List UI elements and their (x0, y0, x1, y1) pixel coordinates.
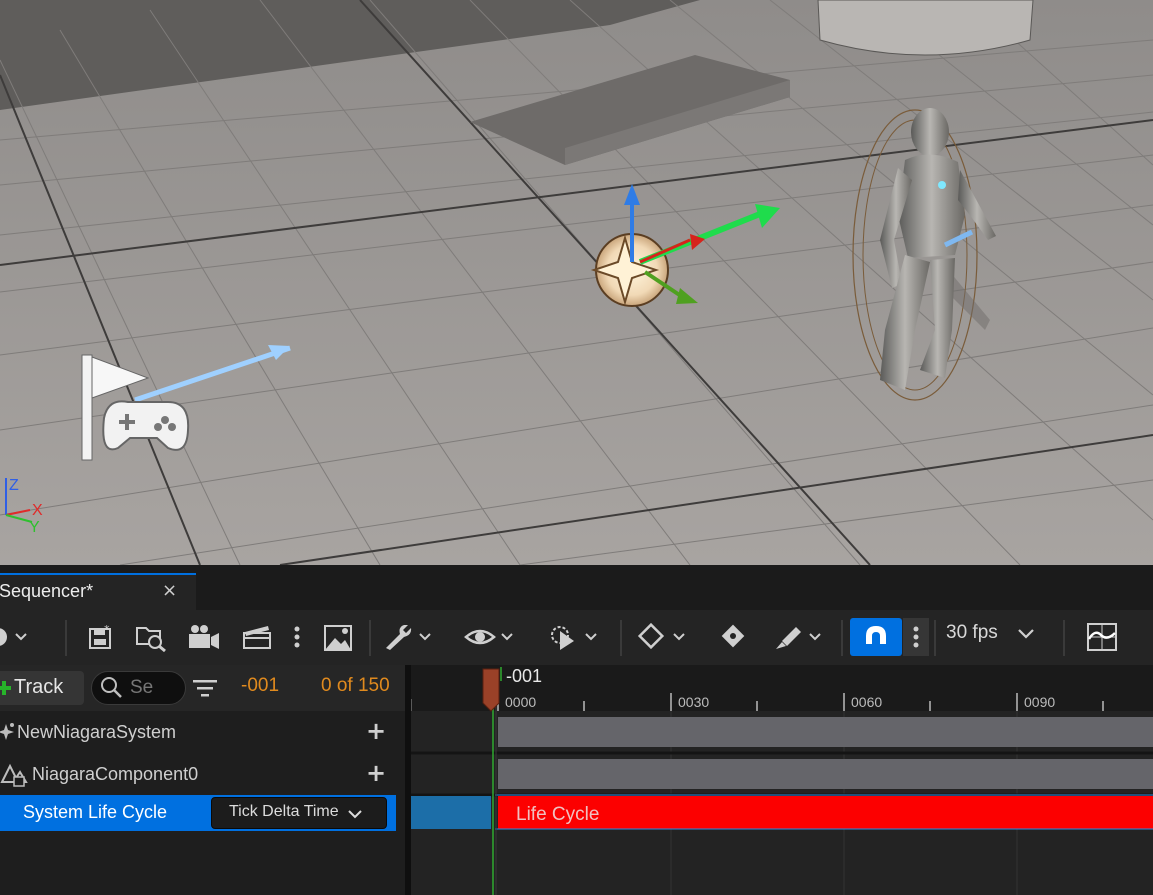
frame-count-label: 0 of 150 (321, 675, 390, 696)
director-icon (324, 625, 352, 651)
camera-lens-button[interactable] (0, 618, 32, 656)
track-label: NiagaraComponent0 (32, 764, 199, 784)
snap-toggle-button[interactable] (850, 618, 902, 656)
render-movie-icon (243, 626, 271, 649)
more-icon (913, 626, 919, 648)
fps-label[interactable]: 30 fps (946, 622, 998, 644)
dropdown-value: Tick Delta Time (229, 803, 339, 820)
save-icon: * (89, 623, 111, 649)
plus-icon (0, 681, 11, 695)
render-movie-button[interactable] (240, 618, 276, 656)
track-label: System Life Cycle (23, 802, 168, 822)
chevron-down-icon[interactable] (1016, 623, 1036, 643)
playback-icon (551, 626, 597, 650)
life-cycle-mode-dropdown[interactable]: Tick Delta Time (211, 797, 387, 829)
settings-button[interactable] (382, 618, 438, 656)
viewport-scene[interactable]: Z X Y (0, 0, 1153, 565)
component-icon (0, 763, 28, 787)
niagara-system-section[interactable] (498, 717, 1153, 747)
playback-options-button[interactable] (546, 618, 602, 656)
view-options-button[interactable] (464, 618, 520, 656)
axis-x-label: X (32, 502, 43, 519)
cylinder-mesh[interactable] (817, 0, 1034, 56)
close-icon[interactable]: × (162, 580, 177, 601)
auto-key-button[interactable] (716, 618, 750, 656)
chevron-down-icon (348, 810, 362, 819)
level-viewport[interactable]: Z X Y (0, 0, 1153, 565)
track-row-system-life-cycle[interactable]: System Life Cycle Tick Delta Time (0, 795, 396, 831)
track-button-label: Track (14, 676, 64, 698)
axis-y-label: Y (29, 519, 40, 536)
add-icon[interactable]: + (366, 717, 386, 745)
track-label: NewNiagaraSystem (17, 722, 177, 742)
current-frame-value[interactable]: -001 (241, 675, 279, 697)
find-in-browser-button[interactable] (133, 618, 169, 656)
snap-magnet-icon (866, 626, 886, 648)
key-interp-button[interactable] (636, 618, 692, 656)
snap-options-button[interactable] (903, 618, 929, 656)
curve-editor-button[interactable] (1084, 618, 1120, 656)
track-row-niagara-component[interactable]: NiagaraComponent0 + (0, 755, 405, 795)
sequencer-panel: Sequencer* × * 30 fps Track Se -001 0 of… (0, 565, 1153, 895)
add-camera-button[interactable] (186, 618, 222, 656)
find-in-browser-icon (136, 627, 166, 652)
filter-bar: Track -001 0 of 150 (0, 665, 405, 711)
camera-lens-icon (0, 628, 27, 646)
axis-z-label: Z (9, 477, 19, 494)
key-diamond-icon (637, 622, 685, 650)
director-button[interactable] (320, 618, 356, 656)
save-button[interactable]: * (86, 618, 116, 656)
tab-bar: Sequencer* × (0, 565, 1153, 610)
add-icon[interactable]: + (366, 759, 386, 787)
tab-sequencer[interactable]: Sequencer* × (0, 573, 196, 610)
view-eye-icon (464, 629, 513, 645)
key-auto-icon (721, 624, 745, 648)
tab-title: Sequencer* (0, 581, 94, 601)
add-camera-icon (189, 625, 219, 649)
filter-icon[interactable] (193, 677, 217, 699)
curve-editor-icon (1087, 623, 1117, 651)
sequencer-toolbar: * 30 fps (0, 610, 1153, 665)
track-row-niagara-system[interactable]: NewNiagaraSystem + (0, 713, 405, 753)
search-input[interactable] (130, 676, 180, 700)
svg-text:*: * (104, 623, 110, 636)
more-icon (294, 626, 300, 648)
search-box[interactable] (91, 671, 186, 705)
add-track-button[interactable]: Track (0, 671, 84, 705)
niagara-sparkle-icon (0, 723, 14, 740)
track-list-panel: Track -001 0 of 150 NewNiagaraSystem + N… (0, 665, 405, 895)
paint-button[interactable] (772, 618, 828, 656)
render-options-button[interactable] (288, 618, 306, 656)
timeline-panel[interactable]: 0000 0030 0060 0090 -001 Life Cycle (411, 665, 1153, 895)
selected-row-highlight (411, 796, 491, 829)
niagara-component-section[interactable] (498, 759, 1153, 789)
life-cycle-label: Life Cycle (516, 804, 600, 825)
life-cycle-section[interactable]: Life Cycle (498, 796, 1153, 829)
search-icon (101, 677, 122, 698)
paint-brush-icon (776, 627, 821, 649)
settings-wrench-icon (386, 625, 431, 650)
